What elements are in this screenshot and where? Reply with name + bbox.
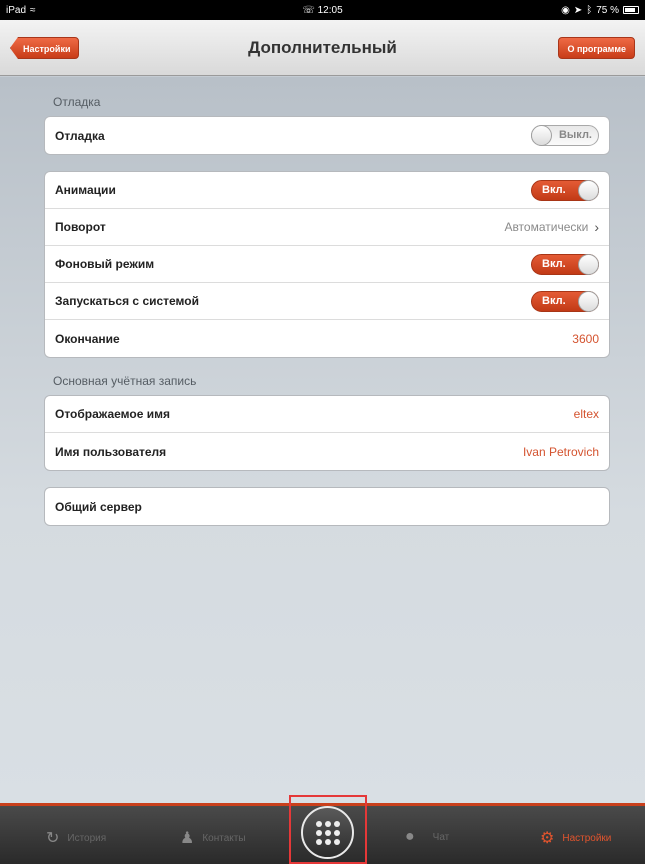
toggle-text: Вкл. [542,294,566,307]
navigation-bar: Настройки Дополнительный О программе [0,20,645,76]
debug-toggle[interactable]: Выкл. [531,125,599,146]
about-button[interactable]: О программе [558,37,635,59]
group-shared-server: Общий сервер [44,487,610,526]
row-label: Анимации [55,183,116,197]
row-username[interactable]: Имя пользователя Ivan Petrovich [45,433,609,470]
group-account: Отображаемое имя eltex Имя пользователя … [44,395,610,471]
page-title: Дополнительный [248,37,397,57]
wifi-icon: ≈ [30,4,36,16]
back-button[interactable]: Настройки [10,37,80,59]
chevron-right-icon: › [594,219,599,235]
display-name-value: eltex [573,407,599,421]
toggle-knob [531,125,552,146]
battery-icon [623,6,639,14]
device-label: iPad [6,4,27,16]
timeout-value: 3600 [572,331,599,346]
row-label: Отображаемое имя [55,407,170,421]
group-general: Анимации Вкл. Поворот Автоматически › Фо… [44,171,610,358]
row-label: Имя пользователя [55,444,167,459]
background-toggle[interactable]: Вкл. [531,253,599,275]
group-debug: Отладка Выкл. [44,116,610,155]
row-timeout[interactable]: Окончание 3600 [45,320,609,357]
tab-label: Настройки [562,832,612,844]
bluetooth-icon: ᛒ [586,4,593,16]
row-label: Окончание [55,331,120,346]
tab-settings[interactable]: ⚙ Настройки [540,828,611,848]
section-header-debug: Отладка [53,95,101,109]
person-icon: ♟ [180,830,195,847]
autostart-toggle[interactable]: Вкл. [531,290,599,312]
battery-percent: 75 % [596,4,619,16]
row-label: Запускаться с системой [55,294,199,308]
row-label: Фоновый режим [55,257,155,271]
row-shared-server[interactable]: Общий сервер [45,488,609,525]
tab-label: Контакты [202,832,246,844]
lock-rotation-icon: ◉ [561,4,570,16]
section-header-account: Основная учётная запись [53,374,197,388]
animation-toggle[interactable]: Вкл. [531,179,599,201]
username-value: Ivan Petrovich [522,444,599,459]
settings-content[interactable]: Отладка Отладка Выкл. Анимации Вкл. Пово… [0,77,645,803]
chat-bubble-icon: ● [405,828,415,845]
toggle-knob [578,290,599,312]
tab-chat[interactable]: ● Чат [405,828,449,846]
phone-icon: ☏ [302,4,315,16]
gears-icon: ⚙ [540,830,555,847]
row-debug: Отладка Выкл. [45,117,609,154]
toggle-text: Вкл. [542,183,566,196]
location-icon: ➤ [573,4,583,16]
status-bar: iPad ≈ ☏ 12:05 ◉ ➤ ᛒ 75 % [0,0,645,20]
tab-history[interactable]: ↻ История [46,828,106,848]
toggle-knob [578,179,599,201]
row-background: Фоновый режим Вкл. [45,246,609,283]
row-animation: Анимации Вкл. [45,172,609,209]
toggle-text: Выкл. [558,129,592,141]
refresh-icon: ↻ [46,830,60,847]
toggle-knob [578,253,599,275]
toggle-text: Вкл. [542,257,566,270]
rotation-value: Автоматически [504,220,589,234]
tab-contacts[interactable]: ♟ Контакты [180,828,246,848]
highlight-box [289,795,367,864]
row-label: Отладка [55,128,105,143]
row-rotation[interactable]: Поворот Автоматически › [45,209,609,246]
row-label: Общий сервер [55,499,142,514]
tab-label: Чат [432,831,450,843]
row-display-name[interactable]: Отображаемое имя eltex [45,396,609,433]
row-autostart: Запускаться с системой Вкл. [45,283,609,320]
status-time: 12:05 [317,4,343,16]
row-label: Поворот [55,220,106,234]
tab-label: История [67,832,107,844]
